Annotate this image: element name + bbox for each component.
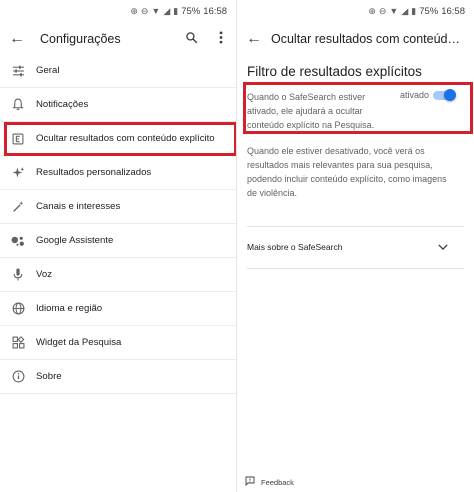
bell-icon [0,98,36,111]
menu-item-label: Sobre [36,371,62,382]
menu-item-label: Google Assistente [36,235,114,246]
clock: 16:58 [203,5,227,17]
chevron-down-icon [438,242,448,253]
toggle-switch[interactable] [433,89,457,101]
safesearch-off-description: Quando ele estiver desativado, você verá… [247,146,447,198]
battery-icon: ▮ [411,5,417,16]
menu-item-channels-interests[interactable]: Canais e interesses [0,190,236,224]
battery-icon: ▮ [173,5,179,16]
safesearch-toggle[interactable]: ativado [400,89,457,101]
more-about-label: Mais sobre o SafeSearch [247,242,343,252]
feedback-button[interactable]: Feedback [245,473,294,491]
menu-item-search-widget[interactable]: Widget da Pesquisa [0,326,236,360]
back-arrow-icon[interactable]: ← [237,30,271,48]
sliders-icon [0,65,36,77]
back-arrow-icon[interactable]: ← [0,30,34,48]
assistant-icon [0,235,36,247]
menu-item-label: Widget da Pesquisa [36,337,122,348]
menu-item-language-region[interactable]: Idioma e região [0,292,236,326]
status-bar: ⊕ ⊖ ▼ ◢ ▮ 75% 16:58 [368,0,474,22]
menu-item-label: Canais e interesses [36,201,121,212]
globe-icon [0,302,36,315]
battery-percent: 75% [181,5,201,17]
sparkle-icon [0,166,36,179]
divider [247,226,464,227]
dnd-icon: ⊖ [378,5,387,16]
menu-item-general[interactable]: Geral [0,54,236,88]
menu-item-personalized-results[interactable]: Resultados personalizados [0,156,236,190]
menu-item-label: Geral [36,65,60,76]
menu-item-voice[interactable]: Voz [0,258,236,292]
signal-icon: ◢ [163,5,171,16]
feedback-label: Feedback [261,477,294,487]
menu-item-google-assistant[interactable]: Google Assistente [0,224,236,258]
menu-item-label: Notificações [36,99,89,110]
page-title: Ocultar resultados com conteúdo explícit… [271,32,474,46]
search-icon[interactable] [176,31,206,47]
key-icon: ⊕ [130,5,138,16]
magic-wand-icon [0,200,36,213]
menu-item-about[interactable]: Sobre [0,360,236,394]
settings-menu: Geral Notificações Ocultar resultados co… [0,54,236,394]
safesearch-on-description: Quando o SafeSearch estiver ativado, ele… [247,92,375,130]
app-bar: ← Ocultar resultados com conteúdo explíc… [237,22,474,56]
menu-item-explicit-results[interactable]: Ocultar resultados com conteúdo explícit… [0,122,236,156]
clock: 16:58 [441,5,465,17]
key-icon: ⊕ [368,5,376,16]
toggle-thumb [444,89,457,101]
wifi-icon: ▼ [389,6,399,16]
settings-screen: ⊕ ⊖ ▼ ◢ ▮ 75% 16:58 ← Configurações Gera… [0,0,237,492]
battery-percent: 75% [419,5,439,17]
explicit-results-screen: ⊕ ⊖ ▼ ◢ ▮ 75% 16:58 ← Ocultar resultados… [237,0,474,492]
app-bar: ← Configurações [0,22,236,56]
toggle-label: ativado [400,90,430,100]
dnd-icon: ⊖ [140,5,149,16]
page-title: Configurações [40,32,121,46]
explicit-icon [0,133,36,145]
signal-icon: ◢ [401,5,409,16]
wifi-icon: ▼ [151,6,161,16]
menu-item-label: Voz [36,269,53,280]
menu-item-label: Ocultar resultados com conteúdo explícit… [36,133,215,144]
status-bar: ⊕ ⊖ ▼ ◢ ▮ 75% 16:58 [130,0,236,22]
widgets-icon [0,336,36,349]
divider [247,268,464,269]
more-about-safesearch[interactable]: Mais sobre o SafeSearch [247,236,448,258]
menu-item-label: Resultados personalizados [36,167,152,178]
mic-icon [0,268,36,281]
feedback-icon [245,473,255,491]
section-title: Filtro de resultados explícitos [247,64,422,79]
menu-item-label: Idioma e região [36,303,103,314]
more-vert-icon[interactable] [206,31,236,47]
menu-item-notifications[interactable]: Notificações [0,88,236,122]
info-icon [0,370,36,383]
